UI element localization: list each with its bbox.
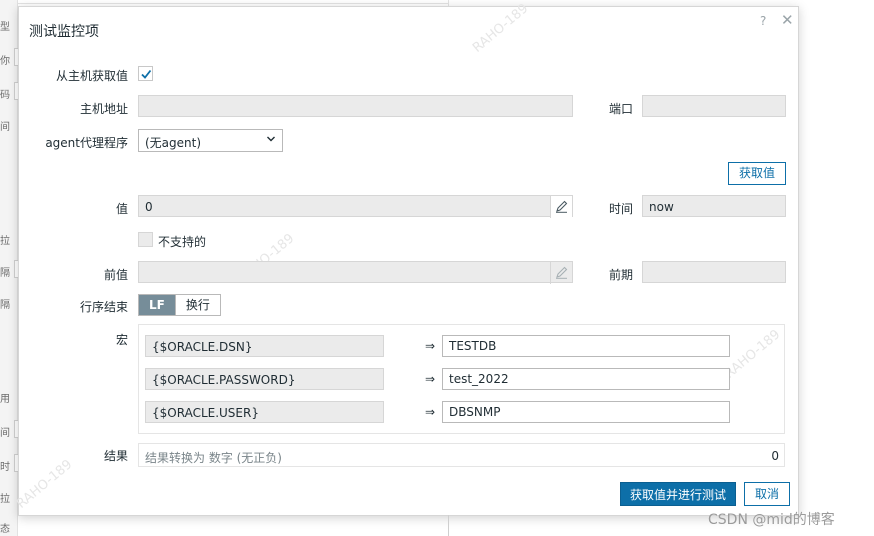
prev-time-field [642, 261, 786, 283]
bg-label: 隔 [0, 268, 10, 279]
chevron-down-icon [267, 136, 275, 142]
macro-name: {$ORACLE.PASSWORD} [145, 368, 384, 390]
arrow-icon: ⇒ [425, 405, 436, 419]
bg-divider [448, 515, 449, 536]
value-text: 0 [145, 200, 153, 214]
host-address-label: 主机地址 [79, 102, 128, 116]
not-supported-label: 不支持的 [158, 235, 207, 249]
pencil-icon [556, 200, 568, 213]
value-edit-button[interactable] [550, 196, 572, 218]
result-field: 结果转换为 数字 (无正负) 0 [138, 443, 785, 467]
dialog-title: 测试监控项 [29, 24, 99, 40]
not-supported-checkbox [138, 232, 153, 247]
bg-label: 码 [0, 90, 10, 101]
prev-time-label: 前期 [609, 268, 634, 282]
time-label: 时间 [609, 202, 634, 216]
prev-value-label: 前值 [103, 268, 128, 282]
agent-proxy-label: agent代理程序 [45, 136, 128, 150]
bg-label: 用 [0, 394, 10, 405]
get-from-host-checkbox[interactable] [138, 66, 153, 81]
bg-label: 拉 [0, 494, 10, 505]
bg-label: 态 [0, 524, 10, 535]
bg-label: 型 [0, 22, 10, 33]
get-value-and-test-button[interactable]: 获取值并进行测试 [620, 482, 736, 506]
pencil-icon [556, 266, 568, 279]
close-icon[interactable]: ✕ [781, 11, 794, 29]
eol-option-lf[interactable]: LF [139, 295, 175, 315]
bg-label: 间 [0, 428, 10, 439]
bg-label: 拉 [0, 236, 10, 247]
macros-table: {$ORACLE.DSN} ⇒ TESTDB {$ORACLE.PASSWORD… [138, 324, 785, 434]
help-icon[interactable]: ? [760, 14, 766, 28]
result-description: 结果转换为 数字 (无正负) [145, 451, 282, 465]
bg-label: 时 [0, 462, 10, 473]
agent-proxy-selected: (无agent) [145, 136, 202, 150]
bg-label: 你 [0, 56, 10, 67]
cancel-button[interactable]: 取消 [744, 482, 790, 506]
eol-option-crlf[interactable]: 换行 [174, 295, 220, 315]
arrow-icon: ⇒ [425, 372, 436, 386]
macro-value-input[interactable]: TESTDB [442, 335, 730, 357]
bg-divider [18, 3, 448, 4]
port-field [642, 95, 786, 117]
macros-label: 宏 [115, 333, 128, 347]
value-label: 值 [115, 202, 128, 216]
result-value: 0 [771, 449, 779, 463]
get-from-host-label: 从主机获取值 [55, 69, 128, 83]
macro-name: {$ORACLE.USER} [145, 401, 384, 423]
prev-value-field [138, 261, 573, 284]
watermark: RAHO-189 [470, 1, 532, 56]
csdn-watermark: CSDN @mid的博客 [708, 512, 835, 528]
check-icon [141, 69, 152, 79]
host-address-field [138, 95, 573, 117]
bg-label: 隔 [0, 300, 10, 311]
time-field: now [642, 195, 786, 217]
port-label: 端口 [609, 102, 634, 116]
bg-label: 间 [0, 122, 10, 133]
get-value-button[interactable]: 获取值 [728, 162, 786, 185]
arrow-icon: ⇒ [425, 339, 436, 353]
eol-toggle: LF 换行 [138, 294, 221, 316]
macro-name: {$ORACLE.DSN} [145, 335, 384, 357]
macro-value-input[interactable]: test_2022 [442, 368, 730, 390]
test-item-dialog: 测试监控项 ? ✕ RAHO-189 RAHO-189 RAHO-189 RAH… [14, 1, 799, 516]
eol-label: 行序结束 [79, 300, 128, 314]
prev-value-edit-button [550, 262, 572, 284]
macro-value-input[interactable]: DBSNMP [442, 401, 730, 423]
agent-proxy-select[interactable]: (无agent) [138, 129, 283, 152]
result-label: 结果 [103, 449, 128, 463]
watermark: RAHO-189 [14, 457, 76, 512]
value-field: 0 [138, 195, 573, 218]
